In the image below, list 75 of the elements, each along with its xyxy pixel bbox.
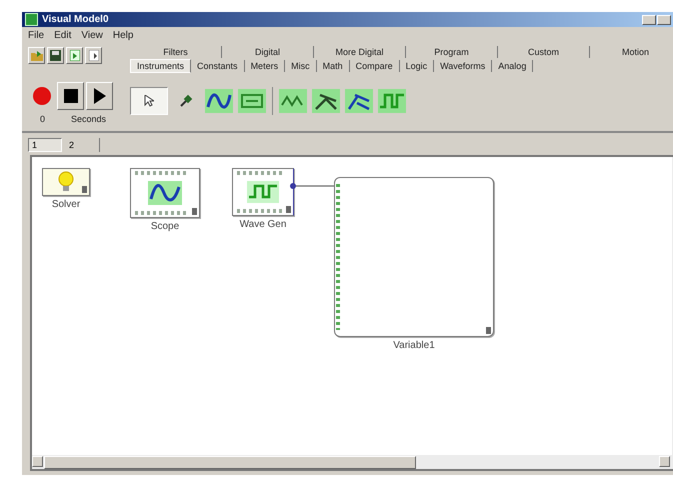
palette-tab[interactable]: Math [316,60,350,72]
palette-tab[interactable]: Analog [492,60,534,72]
save-icon [50,50,61,61]
block-label: Variable1 [393,340,435,351]
block-label: Solver [52,199,80,210]
play-button[interactable] [86,82,113,110]
palette-tab[interactable]: Waveforms [434,60,492,72]
resize-handle[interactable] [192,208,197,215]
model-canvas[interactable]: Solver Scope Wave Gen Variable1 [30,155,673,471]
cursor-icon [144,95,154,107]
palette-tab[interactable]: Logic [400,60,434,72]
graph-icon [345,89,373,113]
folder-icon [30,50,42,60]
pin-icon [179,94,193,108]
light-bulb-icon [56,171,76,193]
open-button[interactable] [28,47,45,64]
palette-tab[interactable]: More Digital [314,46,406,58]
port-strip [135,211,189,215]
maximize-button[interactable] [657,14,671,24]
palette-tool[interactable] [204,87,234,115]
block-label: Wave Gen [240,219,286,230]
palette-tab[interactable]: Digital [222,46,314,58]
window-title: Visual Model0 [42,14,109,25]
port-strip [237,171,283,175]
palette-tool[interactable] [278,87,308,115]
block-label: Scope [150,221,180,232]
page-tab[interactable]: 2 [66,138,100,152]
square-wave-icon [247,181,279,203]
palette-tool[interactable] [311,87,341,115]
stop-button[interactable] [57,82,84,110]
stop-icon [64,89,78,103]
palette-tab[interactable]: Constants [191,60,245,72]
play-icon [94,88,106,104]
horizontal-scrollbar[interactable] [32,455,673,469]
palette-tab[interactable]: Motion [590,46,673,58]
port-strip [135,171,189,175]
waveform-icon [205,89,233,113]
palette-tool[interactable] [237,87,267,115]
solver-block[interactable] [42,168,90,196]
document-icon [70,50,80,61]
app-icon [25,13,38,26]
palette-tool[interactable] [344,87,374,115]
waveform-icon [148,181,182,205]
square-wave-icon [378,89,406,113]
port-strip [237,209,283,213]
page-tab[interactable]: 1 [28,138,62,152]
palette-tab[interactable]: Program [406,46,498,58]
save-button[interactable] [47,47,64,64]
resize-handle[interactable] [286,206,291,213]
palette-tab[interactable]: Filters [130,46,222,58]
menu-item[interactable]: Help [112,30,134,40]
menu-item[interactable]: Edit [54,30,72,40]
record-icon [32,86,52,106]
display-icon [238,89,266,113]
menu-item[interactable]: File [28,30,44,40]
variable-block[interactable] [334,177,494,337]
resize-handle[interactable] [82,186,87,193]
graph-icon [312,89,340,113]
minimize-button[interactable] [642,14,656,24]
palette-tab[interactable]: Compare [350,60,400,72]
menu-item[interactable]: View [81,30,103,40]
palette-tab[interactable]: Custom [498,46,590,58]
pointer-tool[interactable] [130,87,168,115]
toolbar-button[interactable] [85,47,102,64]
resize-handle[interactable] [486,327,491,334]
palette-tab[interactable]: Instruments [130,59,192,73]
scope-block[interactable] [130,168,200,218]
wavegen-block[interactable] [232,168,294,216]
document-icon [88,50,98,61]
time-value: 0 [40,114,46,124]
time-unit: Seconds [71,114,106,124]
meter-icon [279,89,307,113]
palette-tab[interactable]: Misc [285,60,317,72]
palette-tab[interactable]: Meters [244,60,286,72]
toolbar-button[interactable] [66,47,83,64]
